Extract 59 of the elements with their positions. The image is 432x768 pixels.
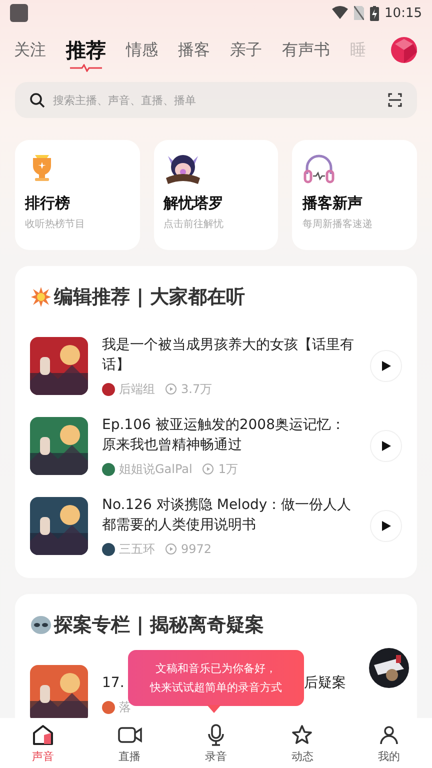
home-icon [31, 722, 56, 746]
category-tab[interactable]: 有声书 [282, 36, 330, 64]
wifi-icon [332, 6, 348, 20]
episode-title[interactable]: No.126 对谈携隐 Melody：做一份人人都需要的人类使用说明书 [102, 494, 356, 534]
play-count: 9972 [181, 542, 212, 556]
category-tab[interactable]: 情感 [126, 36, 158, 64]
nav-tab[interactable]: 直播 [86, 718, 173, 768]
play-button[interactable] [370, 350, 402, 382]
episode-title[interactable]: Ep.106 被亚运触发的2008奥运记忆：原来我也曾精神畅通过 [102, 414, 356, 454]
shortcut-card[interactable]: 排行榜 收听热榜节目 [15, 140, 140, 250]
avatar-icon [102, 542, 115, 556]
play-icon [380, 440, 392, 452]
play-button[interactable] [370, 430, 402, 462]
author-name: 后端组 [119, 380, 155, 398]
author-name: 落 [119, 698, 131, 716]
play-count: 1万 [218, 460, 238, 478]
play-icon [380, 520, 392, 532]
nav-tab[interactable]: 录音 [172, 718, 260, 768]
episode-title[interactable]: 我是一个被当成男孩养大的女孩【话里有话】 [102, 334, 356, 374]
tooltip-text: 快来试试超简单的录音方式 [150, 680, 282, 695]
play-count-icon [165, 383, 177, 395]
app-icon [10, 4, 28, 22]
play-icon [380, 360, 392, 372]
section-title: 探案专栏 | 揭秘离奇疑案 [54, 613, 264, 638]
play-count-icon [165, 543, 177, 555]
play-count-icon [202, 463, 214, 475]
nav-tab[interactable]: 声音 [0, 718, 86, 768]
burst-icon [30, 286, 52, 308]
play-count: 3.7万 [181, 380, 212, 398]
sim-icon [354, 6, 364, 20]
avatar-icon [102, 462, 115, 476]
author-name: 三五环 [119, 540, 155, 558]
shortcut-card[interactable]: 播客新声 每周新播客速递 [292, 140, 418, 250]
category-tab[interactable]: 亲子 [230, 36, 262, 64]
episode-title[interactable]: 后疑案 [304, 672, 346, 692]
section-title: 编辑推荐 | 大家都在听 [54, 285, 246, 310]
category-tab[interactable]: 关注 [14, 36, 46, 64]
episode-title[interactable]: 17. [102, 672, 124, 692]
avatar-icon [102, 700, 115, 714]
star-icon [290, 722, 314, 746]
shortcut-card[interactable]: 解忧塔罗 点击前往解忧 [154, 140, 278, 250]
battery-icon [370, 6, 379, 20]
tooltip-pointer [207, 705, 221, 713]
scan-icon[interactable] [387, 92, 403, 108]
avatar-icon [102, 382, 115, 396]
play-button[interactable] [370, 510, 402, 542]
nav-tab[interactable]: 动态 [259, 718, 346, 768]
clock: 10:15 [384, 6, 422, 20]
search-icon [29, 92, 45, 108]
hooded-figure-icon [164, 152, 202, 186]
author-name: 姐姐说GalPal [119, 460, 192, 478]
nav-tab[interactable]: 我的 [346, 718, 432, 768]
category-tab[interactable]: 推荐 [66, 36, 106, 72]
alien-icon [30, 614, 52, 636]
tooltip-text: 文稿和音乐已为你备好， [156, 661, 276, 676]
category-tab[interactable]: 播客 [178, 36, 210, 64]
pulse-icon [70, 64, 102, 72]
headphones-icon [302, 152, 336, 186]
gem-icon[interactable] [390, 36, 418, 64]
